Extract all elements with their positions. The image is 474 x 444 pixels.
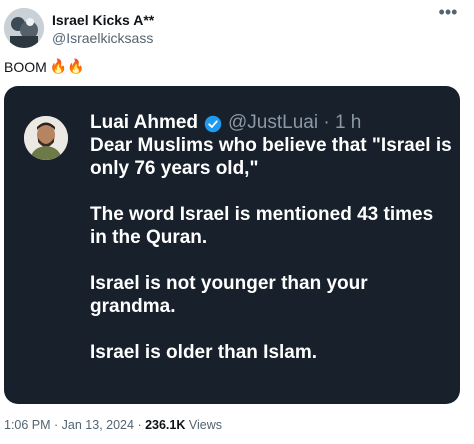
views-count: 236.1K — [145, 418, 186, 432]
verified-icon — [204, 115, 222, 133]
post-date[interactable]: Jan 13, 2024 — [62, 418, 134, 432]
author-handle[interactable]: @Israelkicksass — [52, 30, 153, 46]
author-avatar[interactable] — [4, 8, 44, 48]
meta-separator: · — [133, 418, 146, 432]
author-name[interactable]: Israel Kicks A** — [52, 12, 154, 28]
post-meta: 1:06 PM · Jan 13, 2024 · 236.1K Views — [4, 418, 222, 432]
post-time[interactable]: 1:06 PM — [4, 418, 51, 432]
quoted-paragraph: Israel is not younger than your grandma. — [90, 273, 368, 317]
post-text-label: BOOM — [4, 58, 47, 75]
quoted-author-avatar — [24, 116, 68, 160]
post-text: BOOM 🔥🔥 — [4, 58, 85, 75]
more-icon[interactable]: ••• — [437, 3, 459, 24]
meta-separator: · — [50, 418, 62, 432]
quoted-author-handle: @JustLuai · 1 h — [228, 112, 362, 133]
quoted-text: Dear Muslims who believe that "Israel is… — [90, 134, 452, 387]
quoted-post-image[interactable]: Luai Ahmed @JustLuai · 1 h Dear Muslims … — [4, 86, 460, 404]
fire-emoji: 🔥🔥 — [49, 58, 85, 74]
post: Israel Kicks A** @Israelkicksass ••• BOO… — [0, 0, 474, 444]
quoted-author-name: Luai Ahmed — [90, 112, 199, 133]
quoted-paragraph: The word Israel is mentioned 43 times in… — [90, 204, 434, 248]
quoted-paragraph: Dear Muslims who believe that "Israel is… — [90, 135, 452, 179]
quoted-paragraph: Israel is older than Islam. — [90, 342, 318, 363]
views-label: Views — [185, 418, 222, 432]
